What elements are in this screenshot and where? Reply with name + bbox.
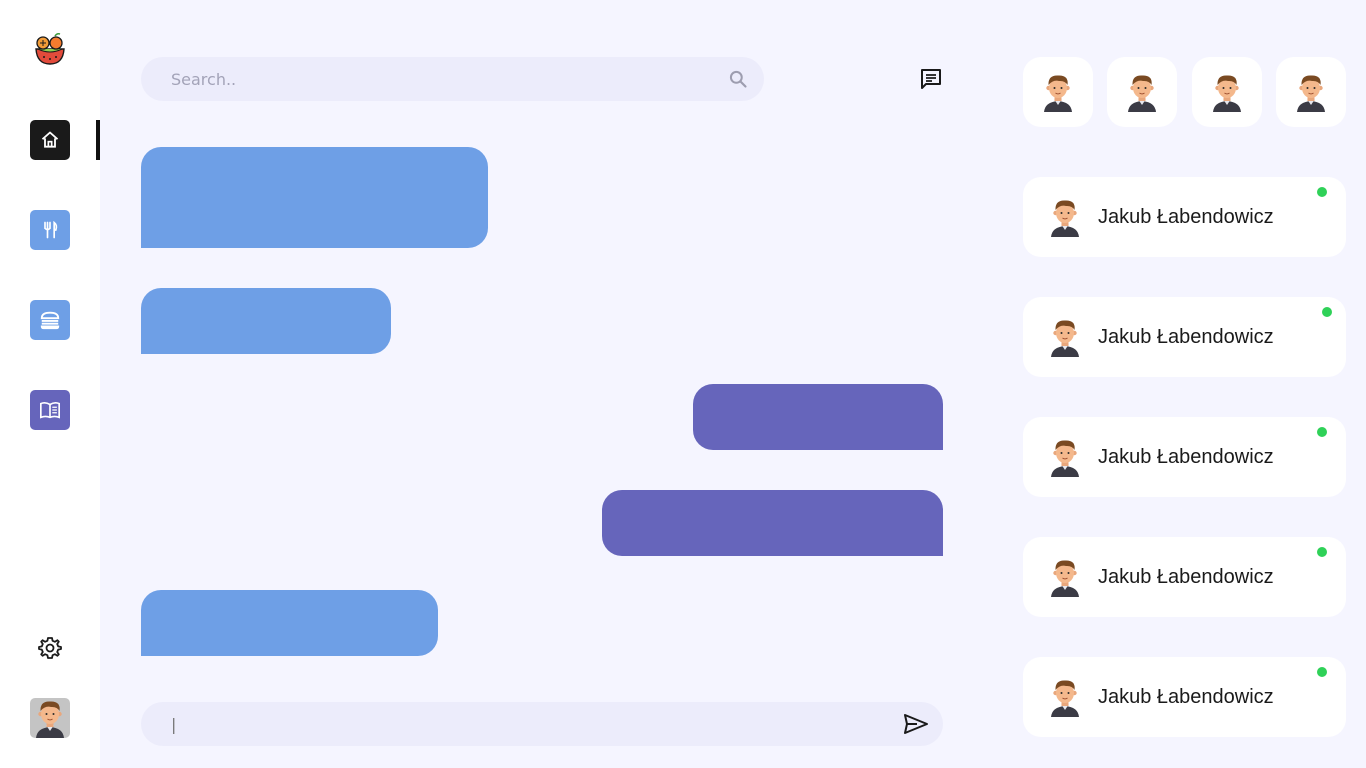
message-bubble-outgoing bbox=[602, 490, 943, 556]
nav-burger-button[interactable] bbox=[30, 300, 70, 340]
user-avatar bbox=[1291, 72, 1331, 112]
online-status-dot bbox=[1317, 187, 1327, 197]
search-icon[interactable] bbox=[728, 69, 748, 89]
message-bubble-incoming bbox=[141, 147, 488, 248]
profile-avatar[interactable] bbox=[30, 698, 70, 738]
story-avatar[interactable] bbox=[1192, 57, 1262, 127]
contact-name: Jakub Łabendowicz bbox=[1098, 326, 1274, 348]
message-bubble-incoming bbox=[141, 288, 391, 354]
send-icon[interactable] bbox=[903, 712, 929, 736]
contact-name: Jakub Łabendowicz bbox=[1098, 206, 1274, 228]
message-bubble-outgoing bbox=[693, 384, 943, 450]
message-input[interactable] bbox=[171, 702, 891, 746]
online-status-dot bbox=[1322, 307, 1332, 317]
fruit-bowl-logo[interactable] bbox=[31, 31, 69, 69]
contact-item[interactable]: Jakub Łabendowicz bbox=[1023, 417, 1346, 497]
contact-item[interactable]: Jakub Łabendowicz bbox=[1023, 297, 1346, 377]
burger-icon bbox=[40, 311, 60, 330]
contact-name: Jakub Łabendowicz bbox=[1098, 566, 1274, 588]
nav-restaurant-button[interactable] bbox=[30, 210, 70, 250]
search-bar[interactable] bbox=[141, 57, 764, 101]
user-avatar bbox=[1045, 317, 1085, 357]
book-icon bbox=[40, 402, 60, 419]
story-avatar[interactable] bbox=[1276, 57, 1346, 127]
user-avatar bbox=[1207, 72, 1247, 112]
sidebar bbox=[0, 0, 100, 768]
online-status-dot bbox=[1317, 667, 1327, 677]
nav-active-indicator bbox=[96, 120, 100, 160]
user-avatar bbox=[1122, 72, 1162, 112]
user-avatar bbox=[1045, 437, 1085, 477]
gear-icon[interactable] bbox=[38, 636, 62, 660]
contact-item[interactable]: Jakub Łabendowicz bbox=[1023, 537, 1346, 617]
online-status-dot bbox=[1317, 547, 1327, 557]
fork-knife-icon bbox=[44, 220, 58, 239]
nav-home-button[interactable] bbox=[30, 120, 70, 160]
contact-item[interactable]: Jakub Łabendowicz bbox=[1023, 177, 1346, 257]
search-input[interactable] bbox=[171, 57, 711, 101]
story-avatar[interactable] bbox=[1023, 57, 1093, 127]
home-icon bbox=[41, 131, 59, 148]
chat-icon[interactable] bbox=[919, 67, 943, 91]
user-avatar bbox=[1038, 72, 1078, 112]
contact-name: Jakub Łabendowicz bbox=[1098, 686, 1274, 708]
contact-name: Jakub Łabendowicz bbox=[1098, 446, 1274, 468]
message-bubble-incoming bbox=[141, 590, 438, 656]
user-avatar bbox=[1045, 197, 1085, 237]
user-avatar bbox=[1045, 557, 1085, 597]
nav-recipes-button[interactable] bbox=[30, 390, 70, 430]
story-avatar[interactable] bbox=[1107, 57, 1177, 127]
contact-item[interactable]: Jakub Łabendowicz bbox=[1023, 657, 1346, 737]
user-avatar bbox=[1045, 677, 1085, 717]
message-compose-bar[interactable] bbox=[141, 702, 943, 746]
online-status-dot bbox=[1317, 427, 1327, 437]
